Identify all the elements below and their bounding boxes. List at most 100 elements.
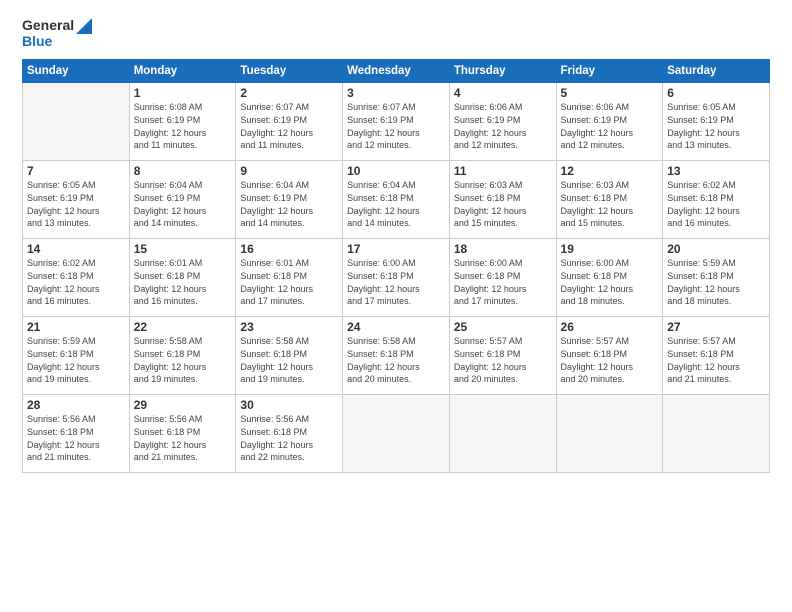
weekday-header-thursday: Thursday <box>449 60 556 83</box>
day-info: Sunrise: 6:04 AM Sunset: 6:19 PM Dayligh… <box>134 179 232 229</box>
day-number: 15 <box>134 242 232 256</box>
logo-blue: Blue <box>22 34 52 49</box>
day-info: Sunrise: 6:01 AM Sunset: 6:18 PM Dayligh… <box>240 257 338 307</box>
day-number: 10 <box>347 164 445 178</box>
day-number: 4 <box>454 86 552 100</box>
day-info: Sunrise: 5:58 AM Sunset: 6:18 PM Dayligh… <box>240 335 338 385</box>
day-number: 14 <box>27 242 125 256</box>
day-number: 16 <box>240 242 338 256</box>
logo-triangle-icon <box>76 18 92 34</box>
day-cell: 18Sunrise: 6:00 AM Sunset: 6:18 PM Dayli… <box>449 239 556 317</box>
day-number: 12 <box>561 164 659 178</box>
day-info: Sunrise: 5:56 AM Sunset: 6:18 PM Dayligh… <box>27 413 125 463</box>
day-number: 5 <box>561 86 659 100</box>
week-row-5: 28Sunrise: 5:56 AM Sunset: 6:18 PM Dayli… <box>23 395 770 473</box>
weekday-header-monday: Monday <box>129 60 236 83</box>
day-number: 29 <box>134 398 232 412</box>
day-cell: 19Sunrise: 6:00 AM Sunset: 6:18 PM Dayli… <box>556 239 663 317</box>
day-cell <box>343 395 450 473</box>
weekday-header-friday: Friday <box>556 60 663 83</box>
day-cell: 24Sunrise: 5:58 AM Sunset: 6:18 PM Dayli… <box>343 317 450 395</box>
day-cell: 9Sunrise: 6:04 AM Sunset: 6:19 PM Daylig… <box>236 161 343 239</box>
day-cell: 14Sunrise: 6:02 AM Sunset: 6:18 PM Dayli… <box>23 239 130 317</box>
day-cell: 20Sunrise: 5:59 AM Sunset: 6:18 PM Dayli… <box>663 239 770 317</box>
day-info: Sunrise: 6:00 AM Sunset: 6:18 PM Dayligh… <box>347 257 445 307</box>
day-cell: 8Sunrise: 6:04 AM Sunset: 6:19 PM Daylig… <box>129 161 236 239</box>
day-info: Sunrise: 5:57 AM Sunset: 6:18 PM Dayligh… <box>561 335 659 385</box>
day-number: 13 <box>667 164 765 178</box>
day-cell: 6Sunrise: 6:05 AM Sunset: 6:19 PM Daylig… <box>663 83 770 161</box>
day-cell: 28Sunrise: 5:56 AM Sunset: 6:18 PM Dayli… <box>23 395 130 473</box>
logo-general: General <box>22 18 74 33</box>
day-info: Sunrise: 6:03 AM Sunset: 6:18 PM Dayligh… <box>561 179 659 229</box>
day-number: 19 <box>561 242 659 256</box>
day-cell: 7Sunrise: 6:05 AM Sunset: 6:19 PM Daylig… <box>23 161 130 239</box>
day-info: Sunrise: 6:07 AM Sunset: 6:19 PM Dayligh… <box>347 101 445 151</box>
day-cell: 25Sunrise: 5:57 AM Sunset: 6:18 PM Dayli… <box>449 317 556 395</box>
day-number: 3 <box>347 86 445 100</box>
day-info: Sunrise: 6:00 AM Sunset: 6:18 PM Dayligh… <box>454 257 552 307</box>
day-info: Sunrise: 5:57 AM Sunset: 6:18 PM Dayligh… <box>454 335 552 385</box>
day-number: 22 <box>134 320 232 334</box>
day-number: 6 <box>667 86 765 100</box>
day-number: 25 <box>454 320 552 334</box>
day-cell: 4Sunrise: 6:06 AM Sunset: 6:19 PM Daylig… <box>449 83 556 161</box>
weekday-header-tuesday: Tuesday <box>236 60 343 83</box>
day-number: 1 <box>134 86 232 100</box>
day-cell: 17Sunrise: 6:00 AM Sunset: 6:18 PM Dayli… <box>343 239 450 317</box>
day-cell: 3Sunrise: 6:07 AM Sunset: 6:19 PM Daylig… <box>343 83 450 161</box>
day-number: 21 <box>27 320 125 334</box>
day-number: 23 <box>240 320 338 334</box>
day-info: Sunrise: 6:02 AM Sunset: 6:18 PM Dayligh… <box>27 257 125 307</box>
day-cell: 30Sunrise: 5:56 AM Sunset: 6:18 PM Dayli… <box>236 395 343 473</box>
day-cell: 21Sunrise: 5:59 AM Sunset: 6:18 PM Dayli… <box>23 317 130 395</box>
day-info: Sunrise: 5:57 AM Sunset: 6:18 PM Dayligh… <box>667 335 765 385</box>
day-info: Sunrise: 5:59 AM Sunset: 6:18 PM Dayligh… <box>27 335 125 385</box>
weekday-header-row: SundayMondayTuesdayWednesdayThursdayFrid… <box>23 60 770 83</box>
header: General Blue <box>22 18 770 49</box>
day-info: Sunrise: 6:08 AM Sunset: 6:19 PM Dayligh… <box>134 101 232 151</box>
day-info: Sunrise: 5:59 AM Sunset: 6:18 PM Dayligh… <box>667 257 765 307</box>
day-number: 17 <box>347 242 445 256</box>
day-number: 28 <box>27 398 125 412</box>
day-info: Sunrise: 6:01 AM Sunset: 6:18 PM Dayligh… <box>134 257 232 307</box>
day-number: 2 <box>240 86 338 100</box>
day-info: Sunrise: 6:06 AM Sunset: 6:19 PM Dayligh… <box>454 101 552 151</box>
day-info: Sunrise: 6:04 AM Sunset: 6:18 PM Dayligh… <box>347 179 445 229</box>
day-cell: 15Sunrise: 6:01 AM Sunset: 6:18 PM Dayli… <box>129 239 236 317</box>
day-info: Sunrise: 6:07 AM Sunset: 6:19 PM Dayligh… <box>240 101 338 151</box>
day-info: Sunrise: 5:58 AM Sunset: 6:18 PM Dayligh… <box>134 335 232 385</box>
weekday-header-saturday: Saturday <box>663 60 770 83</box>
day-cell: 23Sunrise: 5:58 AM Sunset: 6:18 PM Dayli… <box>236 317 343 395</box>
day-number: 27 <box>667 320 765 334</box>
day-cell <box>556 395 663 473</box>
day-cell: 11Sunrise: 6:03 AM Sunset: 6:18 PM Dayli… <box>449 161 556 239</box>
day-cell: 13Sunrise: 6:02 AM Sunset: 6:18 PM Dayli… <box>663 161 770 239</box>
logo: General Blue <box>22 18 92 49</box>
day-number: 7 <box>27 164 125 178</box>
weekday-header-wednesday: Wednesday <box>343 60 450 83</box>
page: General Blue SundayMondayTuesdayWednesda… <box>0 0 792 612</box>
day-number: 30 <box>240 398 338 412</box>
day-cell <box>663 395 770 473</box>
day-cell <box>23 83 130 161</box>
day-cell: 27Sunrise: 5:57 AM Sunset: 6:18 PM Dayli… <box>663 317 770 395</box>
day-info: Sunrise: 6:00 AM Sunset: 6:18 PM Dayligh… <box>561 257 659 307</box>
day-number: 9 <box>240 164 338 178</box>
day-cell: 12Sunrise: 6:03 AM Sunset: 6:18 PM Dayli… <box>556 161 663 239</box>
day-number: 20 <box>667 242 765 256</box>
day-info: Sunrise: 5:56 AM Sunset: 6:18 PM Dayligh… <box>134 413 232 463</box>
day-number: 11 <box>454 164 552 178</box>
day-cell: 22Sunrise: 5:58 AM Sunset: 6:18 PM Dayli… <box>129 317 236 395</box>
day-info: Sunrise: 6:05 AM Sunset: 6:19 PM Dayligh… <box>667 101 765 151</box>
day-info: Sunrise: 5:56 AM Sunset: 6:18 PM Dayligh… <box>240 413 338 463</box>
day-number: 8 <box>134 164 232 178</box>
week-row-4: 21Sunrise: 5:59 AM Sunset: 6:18 PM Dayli… <box>23 317 770 395</box>
week-row-3: 14Sunrise: 6:02 AM Sunset: 6:18 PM Dayli… <box>23 239 770 317</box>
week-row-2: 7Sunrise: 6:05 AM Sunset: 6:19 PM Daylig… <box>23 161 770 239</box>
day-cell: 16Sunrise: 6:01 AM Sunset: 6:18 PM Dayli… <box>236 239 343 317</box>
weekday-header-sunday: Sunday <box>23 60 130 83</box>
day-cell: 2Sunrise: 6:07 AM Sunset: 6:19 PM Daylig… <box>236 83 343 161</box>
day-info: Sunrise: 6:02 AM Sunset: 6:18 PM Dayligh… <box>667 179 765 229</box>
day-info: Sunrise: 5:58 AM Sunset: 6:18 PM Dayligh… <box>347 335 445 385</box>
